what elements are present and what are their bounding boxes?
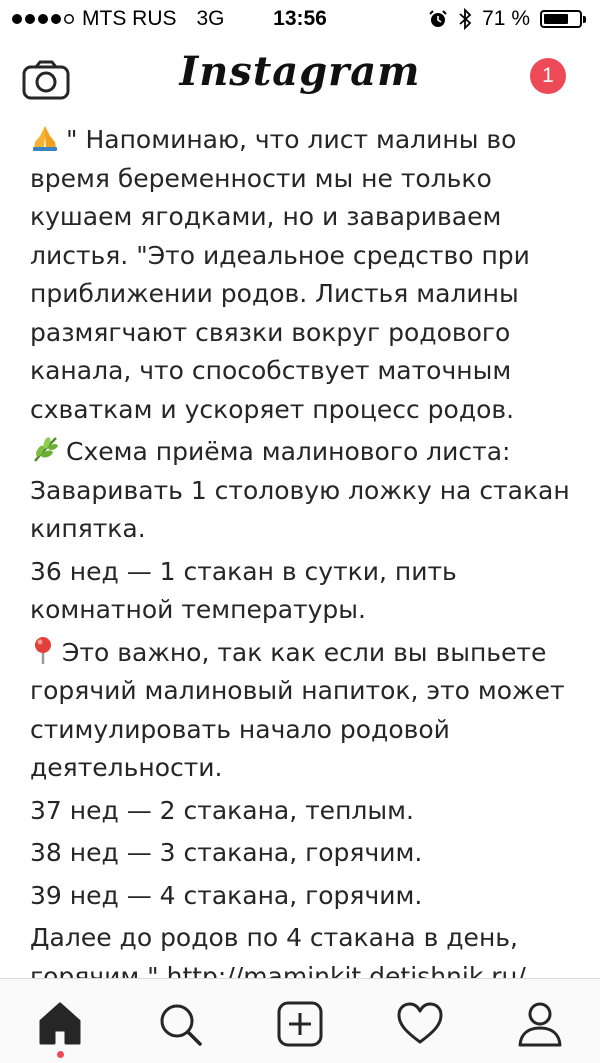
caption-paragraph: " Напоминаю, что лист малины во время бе… (30, 121, 598, 429)
search-icon[interactable] (155, 999, 205, 1049)
praying-hands-emoji (33, 126, 57, 151)
add-post-icon[interactable] (275, 999, 325, 1049)
bottom-tab-bar (0, 978, 600, 1063)
bluetooth-icon (459, 8, 472, 30)
caption-paragraph: Это важно, так как если вы выпьете горяч… (30, 634, 598, 788)
home-icon[interactable] (35, 999, 85, 1049)
herb-emoji (34, 437, 58, 462)
caption-paragraph: 37 нед — 2 стакана, теплым. (30, 795, 414, 825)
profile-icon[interactable] (515, 999, 565, 1049)
status-bar: MTS RUS 3G 13:56 71 % (0, 0, 600, 40)
battery-icon (540, 10, 586, 28)
instagram-logo: Instagram (179, 48, 421, 95)
caption-paragraph: 38 нед — 3 стакана, горячим. (30, 838, 423, 867)
caption-paragraph: 36 нед — 1 стакан в сутки, пить комнатно… (30, 556, 457, 625)
caption-paragraph: Схема приёма малинового листа: Завариват… (30, 433, 598, 549)
active-tab-indicator (57, 1051, 64, 1058)
caption-paragraph: 39 нед — 4 стакана, горячим. (30, 880, 423, 910)
round-pushpin-emoji (35, 636, 51, 664)
app-header: Instagram 1 (0, 40, 600, 120)
status-right: 71 % (428, 7, 586, 31)
battery-percent: 71 % (482, 7, 530, 30)
alarm-icon (429, 10, 447, 27)
heart-icon[interactable] (395, 999, 445, 1049)
post-caption: " Напоминаю, что лист малины во время бе… (30, 121, 598, 1039)
notification-badge[interactable]: 1 (530, 58, 566, 94)
